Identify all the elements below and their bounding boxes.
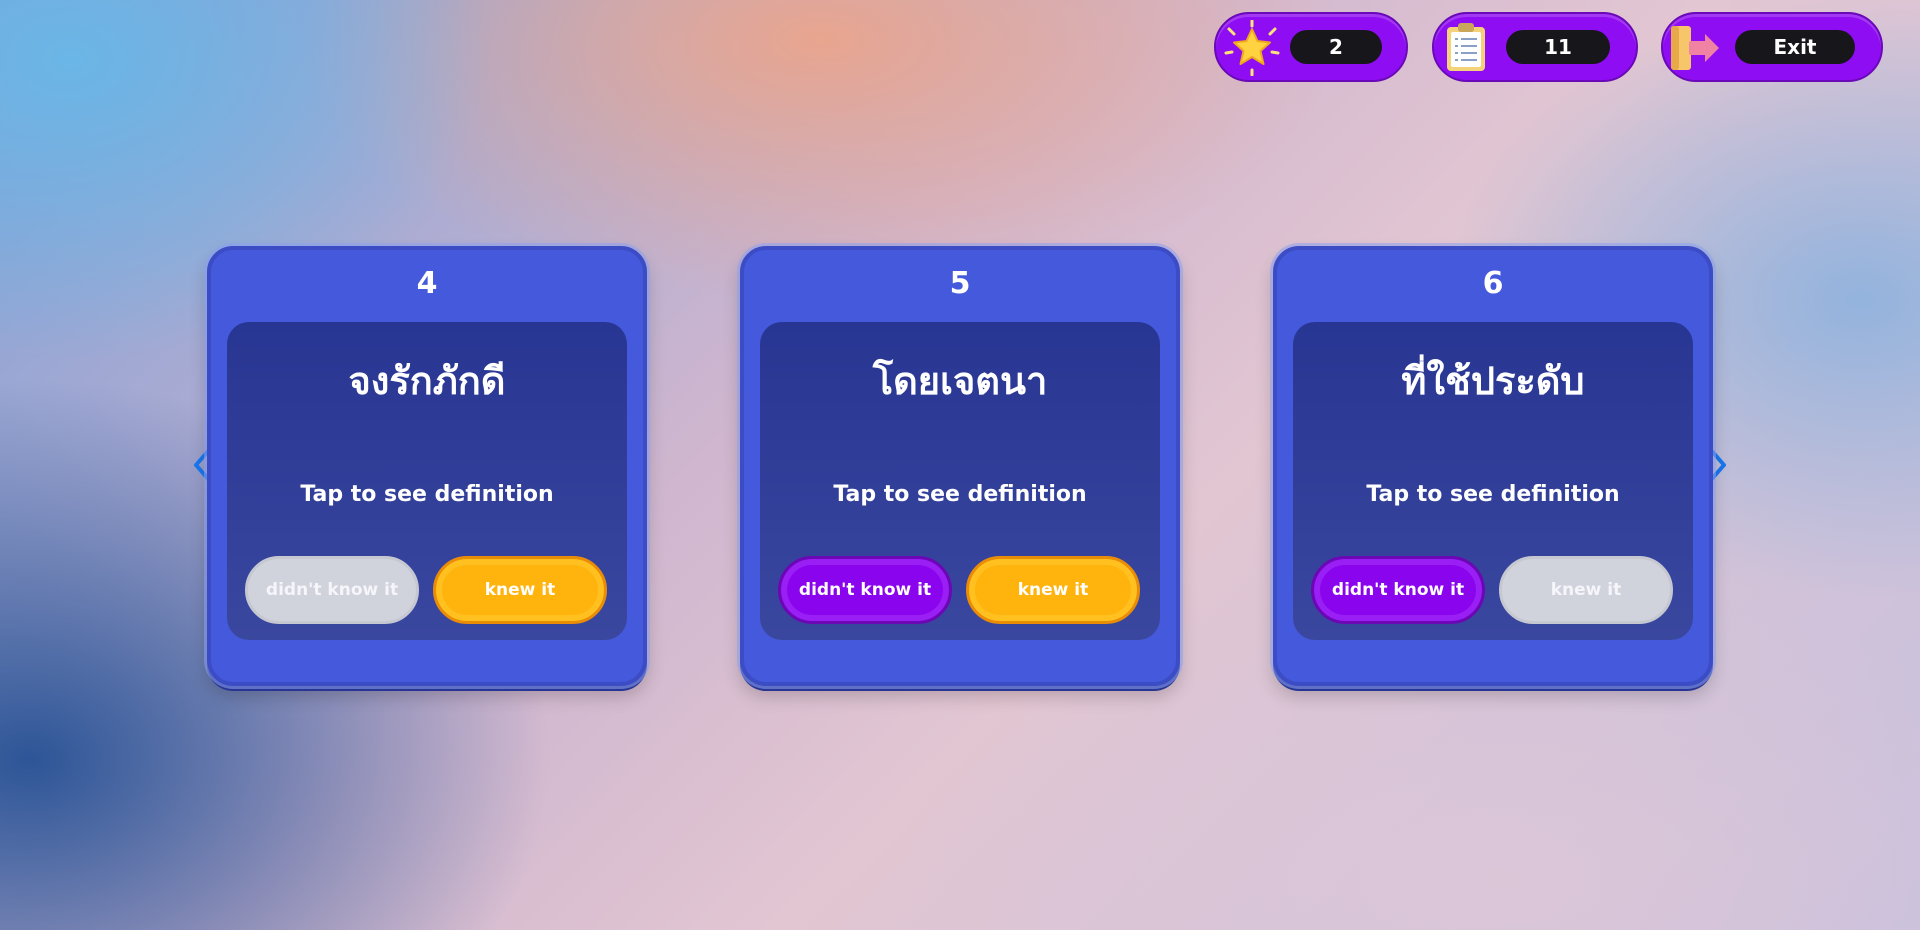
flashcard[interactable]: 6 ที่ใช้ประดับ Tap to see definition did…: [1273, 246, 1713, 686]
exit-button[interactable]: Exit: [1661, 12, 1883, 82]
card-number: 4: [416, 266, 438, 301]
cards-value: 11: [1506, 30, 1610, 64]
card-word: โดยเจตนา: [872, 359, 1048, 403]
card-word: จงรักภักดี: [348, 359, 506, 403]
card-face[interactable]: จงรักภักดี Tap to see definition didn't …: [227, 322, 627, 640]
tap-hint: Tap to see definition: [833, 482, 1087, 507]
card-number: 6: [1482, 266, 1504, 301]
knew-it-button[interactable]: knew it: [966, 556, 1140, 624]
card-face[interactable]: โดยเจตนา Tap to see definition didn't kn…: [760, 322, 1160, 640]
exit-door-icon: [1671, 26, 1719, 70]
card-word: ที่ใช้ประดับ: [1401, 359, 1585, 403]
knew-it-button[interactable]: knew it: [433, 556, 607, 624]
didnt-know-button[interactable]: didn't know it: [1311, 556, 1485, 624]
stars-value: 2: [1290, 30, 1382, 64]
card-number: 5: [949, 266, 971, 301]
cards-counter: 11: [1432, 12, 1638, 82]
star-icon: [1224, 20, 1280, 76]
knew-it-button[interactable]: knew it: [1499, 556, 1673, 624]
tap-hint: Tap to see definition: [300, 482, 554, 507]
didnt-know-button[interactable]: didn't know it: [778, 556, 952, 624]
didnt-know-button[interactable]: didn't know it: [245, 556, 419, 624]
tap-hint: Tap to see definition: [1366, 482, 1620, 507]
exit-label: Exit: [1735, 30, 1855, 64]
flashcard[interactable]: 4 จงรักภักดี Tap to see definition didn'…: [207, 246, 647, 686]
flashcard[interactable]: 5 โดยเจตนา Tap to see definition didn't …: [740, 246, 1180, 686]
clipboard-icon: [1447, 23, 1485, 71]
stars-counter: 2: [1214, 12, 1408, 82]
card-face[interactable]: ที่ใช้ประดับ Tap to see definition didn'…: [1293, 322, 1693, 640]
